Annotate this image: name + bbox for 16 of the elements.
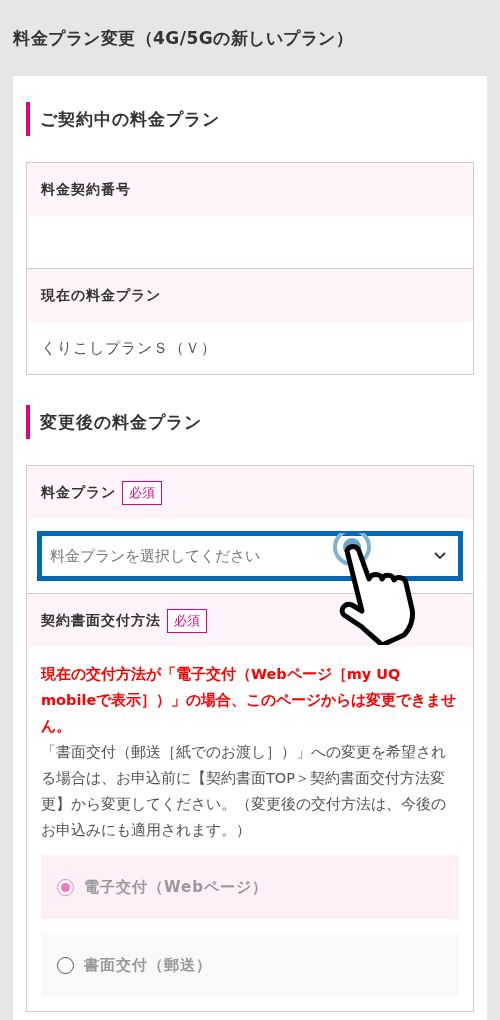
page-title: 料金プラン変更（4G/5Gの新しいプラン） — [13, 27, 355, 50]
chevron-down-icon — [434, 552, 446, 560]
radio-icon — [57, 878, 74, 896]
row-value: くりこしプランＳ（Ｖ） — [41, 338, 217, 358]
section-heading: 変更後の料金プラン — [26, 405, 474, 439]
row-label: 現在の料金プラン — [41, 286, 161, 305]
radio-icon — [57, 956, 74, 974]
row-label: 料金プラン — [41, 483, 116, 502]
section-heading: ご契約中の料金プラン — [26, 102, 474, 136]
row-label: 契約書面交付方法 — [41, 611, 161, 630]
plan-select[interactable]: 料金プランを選択してください — [37, 531, 463, 581]
row-label: 料金契約番号 — [41, 180, 131, 199]
required-tag: 必須 — [167, 608, 207, 633]
note-text: 「書面交付（郵送［紙でのお渡し］）」への変更を希望される場合は、お申込前に【契約書面TOP＞契約書面交付方法変更】から変更してください。（変更後の交付方法は、今後のお申込みにも適用されます。） — [41, 743, 447, 840]
required-tag: 必須 — [122, 480, 162, 505]
warning-text: 現在の交付方法が「電子交付（Webページ［my UQ mobileで表示］）」の場合、このページからは変更できません。 — [41, 665, 458, 736]
